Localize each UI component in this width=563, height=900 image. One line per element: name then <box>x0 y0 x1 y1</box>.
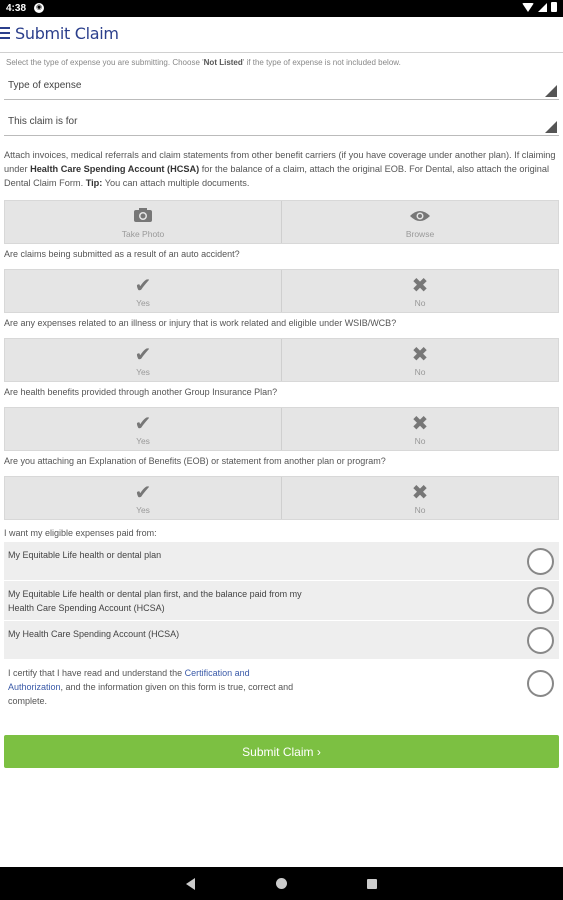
eye-icon <box>409 206 431 226</box>
no-button[interactable]: ✖ No <box>282 408 558 450</box>
back-icon[interactable] <box>186 878 195 890</box>
intro-text-bold: Not Listed <box>203 58 243 67</box>
attach-text-3: You can attach multiple documents. <box>102 178 250 188</box>
payment-option-text: My Equitable Life health or dental plan <box>8 550 162 560</box>
menu-icon[interactable] <box>0 27 10 40</box>
status-bar: 4:38 ◉ <box>0 0 563 17</box>
payment-option-plan[interactable]: My Equitable Life health or dental plan <box>4 542 559 581</box>
certification-link[interactable]: Certification and <box>185 668 250 678</box>
radio-button[interactable] <box>527 587 554 614</box>
no-button[interactable]: ✖ No <box>282 270 558 312</box>
payment-option-hcsa[interactable]: My Health Care Spending Account (HCSA) <box>4 621 559 660</box>
work-related-choice: ✔ Yes ✖ No <box>4 338 559 382</box>
payment-option-text-2: Health Care Spending Account (HCSA) <box>8 603 165 613</box>
auto-accident-choice: ✔ Yes ✖ No <box>4 269 559 313</box>
intro-text: Select the type of expense you are submi… <box>4 56 559 68</box>
app-bar: Submit Claim <box>0 17 563 53</box>
intro-text-b: ' if the type of expense is not included… <box>242 58 401 67</box>
radio-button[interactable] <box>527 627 554 654</box>
close-icon: ✖ <box>411 410 429 435</box>
certify-text-a: I certify that I have read and understan… <box>8 668 185 678</box>
notification-icon: ◉ <box>34 3 44 13</box>
yes-button[interactable]: ✔ Yes <box>5 408 282 450</box>
payment-option-plan-then-hcsa[interactable]: My Equitable Life health or dental plan … <box>4 581 559 621</box>
take-photo-label: Take Photo <box>121 228 165 239</box>
close-icon: ✖ <box>411 479 429 504</box>
navigation-bar <box>0 867 563 900</box>
submit-claim-button[interactable]: Submit Claim › <box>4 735 559 768</box>
yes-button[interactable]: ✔ Yes <box>5 477 282 519</box>
home-icon[interactable] <box>276 878 287 889</box>
certify-text-c: complete. <box>8 696 48 706</box>
expense-type-select[interactable]: Type of expense <box>4 74 559 100</box>
expense-type-label: Type of expense <box>8 80 82 91</box>
wifi-icon <box>522 2 534 12</box>
browse-button[interactable]: Browse <box>282 201 558 243</box>
dropdown-arrow-icon <box>545 85 557 97</box>
question-work-related: Are any expenses related to an illness o… <box>4 318 397 328</box>
payment-label: I want my eligible expenses paid from: <box>4 528 157 538</box>
close-icon: ✖ <box>411 341 429 366</box>
status-icons <box>522 2 557 12</box>
certify-radio-button[interactable] <box>527 670 554 697</box>
certification-row: I certify that I have read and understan… <box>4 660 559 718</box>
check-icon: ✔ <box>134 272 152 297</box>
attach-instructions: Attach invoices, medical referrals and c… <box>4 136 559 196</box>
dropdown-arrow-icon <box>545 121 557 133</box>
attach-buttons: Take Photo Browse <box>4 200 559 244</box>
browse-label: Browse <box>405 228 435 239</box>
signal-icon <box>538 2 547 12</box>
camera-icon <box>133 206 153 226</box>
no-label: No <box>414 435 426 446</box>
take-photo-button[interactable]: Take Photo <box>5 201 282 243</box>
attach-text-bold-1: Health Care Spending Account (HCSA) <box>30 164 200 174</box>
check-icon: ✔ <box>134 479 152 504</box>
close-icon: ✖ <box>411 272 429 297</box>
yes-button[interactable]: ✔ Yes <box>5 339 282 381</box>
question-auto-accident: Are claims being submitted as a result o… <box>4 249 240 259</box>
yes-label: Yes <box>136 366 150 377</box>
no-label: No <box>414 366 426 377</box>
status-time: 4:38 <box>6 3 27 14</box>
page-title: Submit Claim <box>15 24 119 43</box>
recent-apps-icon[interactable] <box>367 879 377 889</box>
yes-button[interactable]: ✔ Yes <box>5 270 282 312</box>
question-eob: Are you attaching an Explanation of Bene… <box>4 456 386 466</box>
claim-form: Select the type of expense you are submi… <box>4 56 559 768</box>
check-icon: ✔ <box>134 410 152 435</box>
no-label: No <box>414 297 426 308</box>
battery-icon <box>551 2 557 12</box>
attach-text-bold-2: Tip: <box>85 178 103 188</box>
no-button[interactable]: ✖ No <box>282 339 558 381</box>
no-label: No <box>414 504 426 515</box>
yes-label: Yes <box>136 504 150 515</box>
question-other-plan: Are health benefits provided through ano… <box>4 387 278 397</box>
certify-text-b: , and the information given on this form… <box>60 682 294 692</box>
intro-text-a: Select the type of expense you are submi… <box>6 58 204 67</box>
check-icon: ✔ <box>134 341 152 366</box>
yes-label: Yes <box>136 297 150 308</box>
eob-choice: ✔ Yes ✖ No <box>4 476 559 520</box>
claim-for-label: This claim is for <box>8 116 78 127</box>
authorization-link[interactable]: Authorization <box>8 682 61 692</box>
yes-label: Yes <box>136 435 150 446</box>
other-plan-choice: ✔ Yes ✖ No <box>4 407 559 451</box>
radio-button[interactable] <box>527 548 554 575</box>
no-button[interactable]: ✖ No <box>282 477 558 519</box>
payment-option-text: My Equitable Life health or dental plan … <box>8 589 302 599</box>
payment-option-text: My Health Care Spending Account (HCSA) <box>8 629 180 639</box>
claim-for-select[interactable]: This claim is for <box>4 110 559 136</box>
